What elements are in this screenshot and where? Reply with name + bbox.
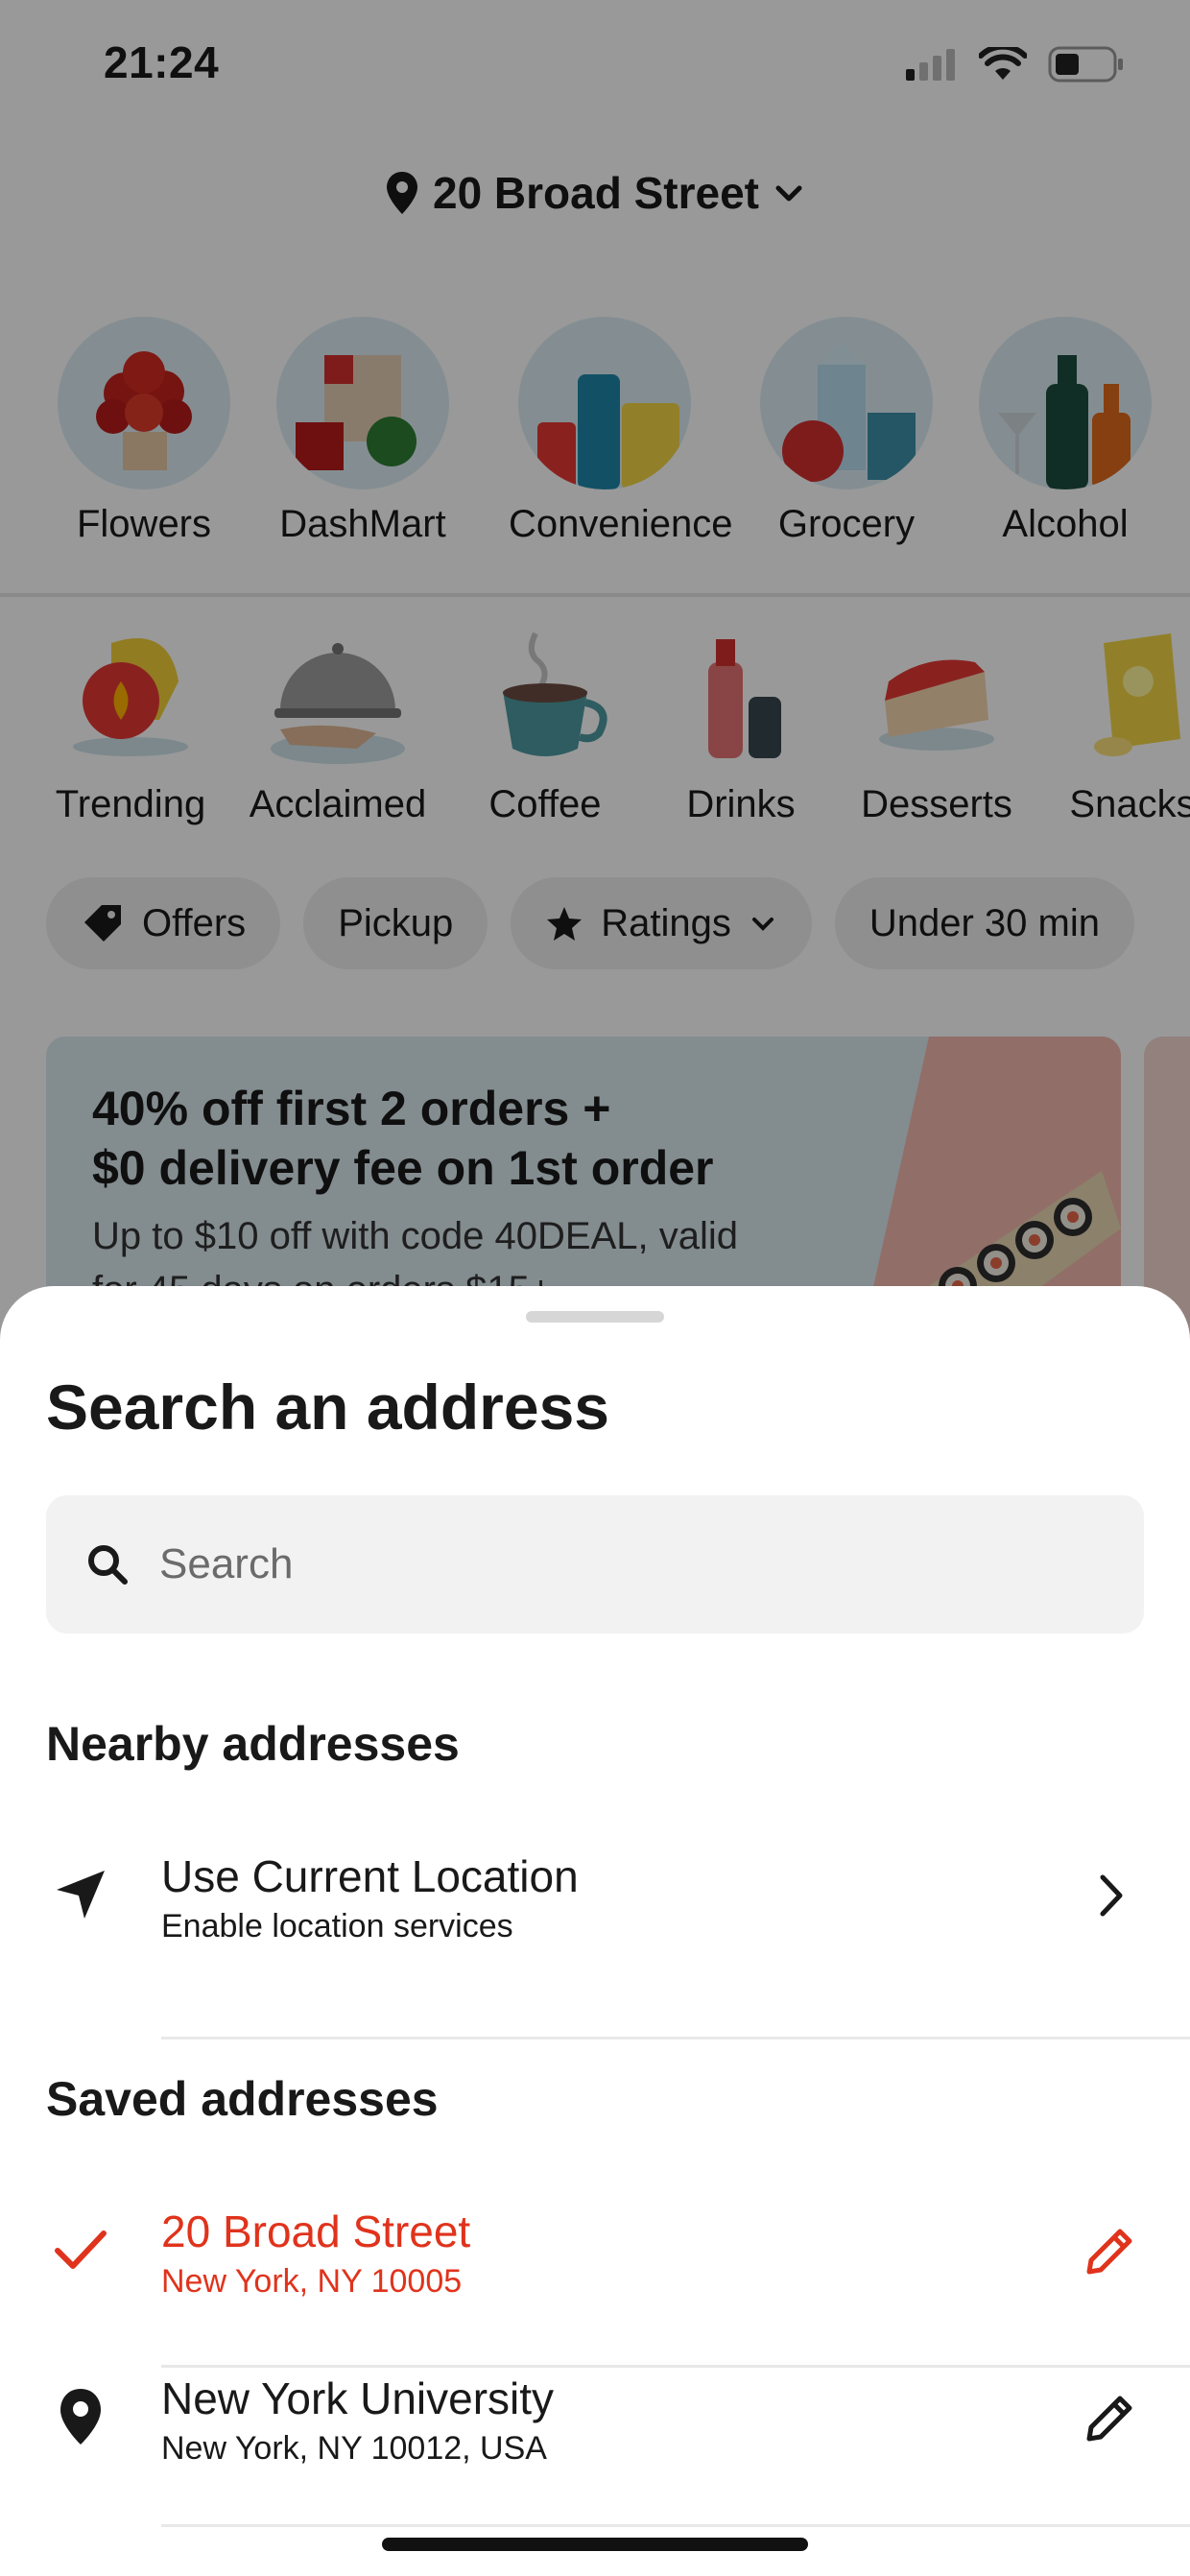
row-divider	[161, 2524, 1190, 2527]
saved-address-title: New York University	[161, 2373, 555, 2423]
edit-pencil-icon[interactable]	[1077, 2384, 1144, 2451]
edit-pencil-icon[interactable]	[1077, 2217, 1144, 2284]
row-divider	[161, 2037, 1190, 2039]
sheet-title: Search an address	[46, 1371, 609, 1443]
saved-address-title: 20 Broad Street	[161, 2206, 471, 2256]
use-current-location-row[interactable]: Use Current Location Enable location ser…	[0, 1833, 1190, 2039]
chevron-right-icon	[1077, 1862, 1144, 1929]
sheet-grabber[interactable]	[526, 1311, 664, 1323]
search-input[interactable]	[159, 1540, 1081, 1588]
checkmark-icon	[50, 2219, 111, 2280]
nearby-addresses-heading: Nearby addresses	[46, 1717, 460, 1771]
home-indicator[interactable]	[382, 2538, 808, 2551]
saved-address-subtitle: New York, NY 10005	[161, 2263, 463, 2300]
current-location-subtitle: Enable location services	[161, 1908, 513, 1944]
address-search-box[interactable]	[46, 1495, 1144, 1634]
search-icon	[88, 1545, 128, 1585]
address-bottom-sheet: Search an address Nearby addresses Use C…	[0, 1286, 1190, 2576]
saved-address-row[interactable]: 20 Broad Street New York, NY 10005	[0, 2188, 1190, 2368]
saved-addresses-heading: Saved addresses	[46, 2072, 439, 2126]
navigation-arrow-icon	[50, 1864, 111, 1925]
location-pin-icon	[50, 2386, 111, 2447]
saved-address-row[interactable]: New York University New York, NY 10012, …	[0, 2355, 1190, 2527]
current-location-title: Use Current Location	[161, 1851, 579, 1901]
saved-address-subtitle: New York, NY 10012, USA	[161, 2430, 547, 2467]
